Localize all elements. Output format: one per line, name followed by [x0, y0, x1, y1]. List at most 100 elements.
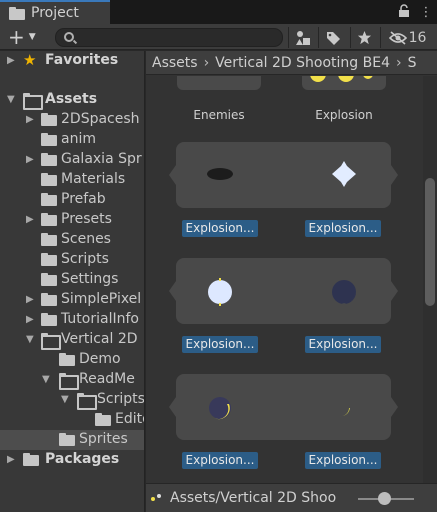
- scrollbar-thumb[interactable]: [425, 178, 435, 306]
- breadcrumb-item[interactable]: Assets: [152, 55, 198, 71]
- tree-item-scenes[interactable]: Scenes: [0, 230, 144, 250]
- folder-icon: [41, 173, 57, 186]
- tree-item-label: Scenes: [61, 231, 111, 247]
- explosion-frame-2-icon[interactable]: [206, 278, 234, 306]
- asset-caption: Enemies: [193, 108, 245, 122]
- tree-item-galaxia[interactable]: ▶ Galaxia Spr: [0, 150, 144, 170]
- asset-caption[interactable]: Explosion...: [305, 452, 381, 469]
- chevron-right-icon[interactable]: ▶: [26, 115, 36, 125]
- chevron-right-icon[interactable]: ▶: [26, 215, 36, 225]
- lock-icon[interactable]: [393, 3, 415, 21]
- search-by-label-button[interactable]: [318, 27, 346, 48]
- asset-caption[interactable]: Explosion...: [305, 336, 381, 353]
- folder-icon: [9, 6, 25, 20]
- tree-item-label: Sprites: [79, 431, 128, 447]
- tree-item-label: Scripts: [97, 391, 145, 407]
- favorite-button[interactable]: [350, 27, 378, 48]
- chevron-down-icon[interactable]: ▼: [26, 335, 36, 345]
- selected-asset-path: Assets/Vertical 2D Shoo: [170, 490, 337, 506]
- tree-item-label: anim: [61, 131, 96, 147]
- chevron-down-icon[interactable]: ▼: [42, 375, 52, 385]
- tree-item-packages[interactable]: ▶ Packages: [0, 450, 144, 470]
- asset-caption[interactable]: Explosion...: [182, 336, 258, 353]
- hidden-packages-button[interactable]: 16: [380, 27, 434, 48]
- status-footer: Assets/Vertical 2D Shoo: [146, 483, 437, 512]
- chevron-right-icon[interactable]: ▶: [26, 295, 36, 305]
- tree-item-label: Favorites: [45, 52, 119, 68]
- tree-item-anim[interactable]: anim: [0, 130, 144, 150]
- tree-item-label: Settings: [61, 271, 119, 287]
- sprite-asset-icon: [151, 494, 161, 501]
- tree-item-vertical-2d[interactable]: ▼ Vertical 2D: [0, 330, 144, 350]
- chevron-down-icon[interactable]: ▼: [61, 395, 71, 405]
- tree-item-label: Packages: [45, 451, 120, 467]
- breadcrumb-item[interactable]: S: [408, 55, 417, 71]
- tree-item-2dspaceship[interactable]: ▶ 2DSpacesh: [0, 110, 144, 130]
- asset-caption[interactable]: Explosion...: [182, 452, 258, 469]
- tree-item-label: Edito: [115, 411, 144, 427]
- chevron-right-icon[interactable]: ▶: [7, 455, 17, 465]
- tree-item-assets[interactable]: ▼ Assets: [0, 90, 144, 110]
- tree-item-label: TutorialInfo: [61, 311, 139, 327]
- eye-slash-icon: [388, 30, 407, 45]
- tree-item-materials[interactable]: Materials: [0, 170, 144, 190]
- tree-item-simplepixel[interactable]: ▶ SimplePixel: [0, 290, 144, 310]
- tree-item-label: ReadMe: [79, 371, 135, 387]
- tree-item-readme[interactable]: ▼ ReadMe: [0, 370, 144, 390]
- explosion-frame-5-icon[interactable]: [330, 394, 358, 422]
- folder-open-icon: [23, 93, 43, 110]
- plus-icon: +: [8, 25, 25, 49]
- asset-caption[interactable]: Explosion...: [182, 220, 258, 237]
- folder-tree-panel: ▶ ★ Favorites ▼ Assets ▶ 2DSpacesh anim …: [0, 51, 145, 512]
- tree-item-tutorialinfo[interactable]: ▶ TutorialInfo: [0, 310, 144, 330]
- breadcrumb: Assets › Vertical 2D Shooting BE4 › S: [146, 51, 437, 75]
- asset-caption[interactable]: Explosion...: [305, 220, 381, 237]
- explosion-frame-1-icon[interactable]: [330, 160, 358, 188]
- explosion-sprite-icon: [310, 76, 373, 82]
- folder-open-icon: [59, 373, 79, 390]
- tree-item-label: 2DSpacesh: [61, 111, 140, 127]
- tree-item-editor[interactable]: Edito: [0, 410, 144, 430]
- folder-icon: [41, 193, 57, 206]
- asset-grid: Enemies Explosion Explosion... Explosion…: [146, 76, 423, 483]
- folder-icon: [41, 213, 57, 226]
- chevron-right-icon[interactable]: ▶: [26, 315, 36, 325]
- explosion-frame-4-icon[interactable]: [206, 394, 234, 422]
- explosion-frame-3-icon[interactable]: [330, 278, 358, 306]
- tree-item-label: Demo: [79, 351, 121, 367]
- tag-icon: [326, 31, 340, 45]
- tree-item-scripts[interactable]: Scripts: [0, 250, 144, 270]
- more-options-icon[interactable]: ⋮: [415, 5, 437, 20]
- folder-icon: [41, 233, 57, 246]
- tree-item-sprites[interactable]: Sprites: [0, 430, 144, 450]
- folder-icon: [59, 433, 75, 446]
- asset-browser-panel: Assets › Vertical 2D Shooting BE4 › S En…: [146, 51, 437, 512]
- star-icon: ★: [23, 51, 37, 69]
- tree-item-demo[interactable]: Demo: [0, 350, 144, 370]
- tree-item-settings[interactable]: Settings: [0, 270, 144, 290]
- tab-project[interactable]: Project: [0, 0, 110, 24]
- explosion-frame-0-icon[interactable]: [206, 167, 234, 181]
- breadcrumb-item[interactable]: Vertical 2D Shooting BE4: [215, 55, 390, 71]
- hidden-count: 16: [408, 29, 427, 46]
- shapes-icon: [295, 30, 310, 45]
- search-field[interactable]: [55, 28, 283, 47]
- tree-item-label: Presets: [61, 211, 112, 227]
- asset-thumbnail: [302, 76, 386, 90]
- zoom-slider-knob[interactable]: [378, 492, 391, 505]
- tree-item-prefab[interactable]: Prefab: [0, 190, 144, 210]
- tree-item-readme-scripts[interactable]: ▼ Scripts: [0, 390, 145, 410]
- tree-item-label: Vertical 2D: [61, 331, 138, 347]
- folder-icon: [41, 273, 57, 286]
- tree-item-presets[interactable]: ▶ Presets: [0, 210, 144, 230]
- search-icon: [64, 32, 74, 42]
- create-button[interactable]: + ▼: [4, 27, 44, 47]
- chevron-right-icon[interactable]: ▶: [7, 56, 17, 66]
- chevron-right-icon[interactable]: ▶: [26, 155, 36, 165]
- search-by-type-button[interactable]: [288, 27, 316, 48]
- folder-icon: [59, 353, 75, 366]
- tree-item-favorites[interactable]: ▶ ★ Favorites: [0, 51, 144, 71]
- search-input[interactable]: [80, 30, 276, 45]
- vertical-scrollbar[interactable]: [423, 76, 437, 483]
- chevron-down-icon[interactable]: ▼: [7, 95, 17, 105]
